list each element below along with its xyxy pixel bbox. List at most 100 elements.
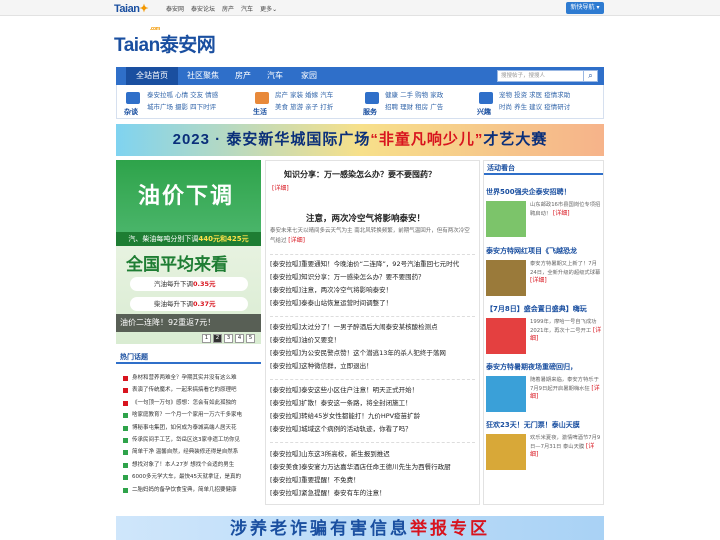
hot-topics-title: 热门话题 [116, 350, 261, 364]
top-nav-item[interactable]: 泰安网 [166, 4, 184, 13]
category-link-row[interactable]: 城市广场 摄影 四下时评 [147, 101, 218, 113]
featured-slide[interactable]: 油价下调 汽、柴油每吨分别下调440元和425元 全国平均来看 汽油每升下调0.… [116, 160, 261, 344]
headline-1-more[interactable]: [详细] [272, 183, 289, 192]
category-link-row[interactable]: 健康 二手 购物 家政 [385, 89, 443, 101]
category-link-row[interactable]: 美食 旅游 亲子 打折 [275, 101, 333, 113]
site-logo[interactable]: Taian泰安网 .com [114, 26, 216, 57]
activity-column: 活动看台 世界500强央企泰安招聘！ 山东邮政16市县国岗位专项招聘启动！ [详… [483, 160, 604, 505]
hot-topic-item[interactable]: 《一句顶一万句》感想：怎会有如此孤独的 [122, 397, 262, 409]
category-links[interactable]: 宠物 投资 求医 疫情求助 时尚 养生 建议 疫情研讨 [499, 89, 570, 113]
news-item[interactable]: [泰安拉呱]重要提醒！不免费！ [270, 474, 475, 487]
search-input[interactable]: 搜搜帖子，搜搜人 [497, 70, 584, 82]
headline-2[interactable]: 注意，两次冷空气将影响泰安！ [306, 212, 425, 224]
hot-topic-item[interactable]: 身材和营养两难全？孕期其实并没有这么难 [122, 372, 262, 384]
hot-topic-item[interactable]: 传承民间手工艺，岱岳区这3家非遗工坊你见 [122, 434, 262, 446]
pager-dot[interactable]: 1 [202, 334, 211, 343]
slide-pager: 1 2 3 4 5 [202, 334, 255, 343]
home-icon [255, 92, 269, 104]
top-nav-more[interactable]: 更多⌄ [260, 4, 277, 13]
news-item[interactable]: [泰安拉呱]转给45岁女性都能打！九价HPV疫苗扩龄 [270, 410, 475, 423]
activity-item-title[interactable]: 【7月8日】盛会置日盛典】嗨玩 [486, 304, 587, 314]
news-group: [泰安拉呱]太过分了！一男子醉酒后大闹泰安某核酸检测点 [泰安拉呱]油价又要变！… [270, 321, 475, 373]
slide-heading-2: 全国平均来看 [126, 255, 228, 274]
activity-thumb[interactable] [486, 434, 526, 470]
hot-topic-item[interactable]: 二胎妈妈的备孕饮食宝典，简单几招要健康 [122, 484, 262, 496]
nav-community[interactable]: 社区聚焦 [178, 67, 228, 85]
top-logo[interactable]: Taian✦ [114, 2, 149, 15]
category-label: 生活 [253, 108, 267, 116]
news-item[interactable]: [泰安拉呱]泰安这些小区住户注意！明天正式开始！ [270, 384, 475, 397]
news-item[interactable]: [泰安拉呱]山东这3所高校，新生报到推迟 [270, 448, 475, 461]
hot-topic-item[interactable]: 表演了传统魔术，一起来搞搞看它的原理吧 [122, 384, 262, 396]
slide-headline: 油价下调 [137, 183, 234, 208]
medical-icon [365, 92, 379, 104]
pager-dot[interactable]: 4 [235, 334, 244, 343]
category-link-row[interactable]: 时尚 养生 建议 疫情研讨 [499, 101, 570, 113]
quick-nav-label: 新快导航 [570, 4, 595, 11]
slide-row-value: 0.37元 [193, 300, 216, 308]
top-bar: Taian✦ 泰安网 泰安论坛 房产 汽车 更多⌄ 新快导航 ▾ [0, 0, 720, 16]
slide-row: 汽油每升下调0.35元 [130, 277, 248, 291]
hot-topic-item[interactable]: 6000多元学大车，最快45天就拿证，是真的 [122, 471, 262, 483]
hot-topic-item[interactable]: 啥家庭教育？一个月一个家用一万六千多家电 [122, 409, 262, 421]
activity-more[interactable]: [详细] [553, 210, 570, 217]
activity-item-title[interactable]: 泰安方特网红项目《飞越恐龙 [486, 246, 577, 256]
slide-caption[interactable]: 油价二连降！92重返7元！ [116, 314, 261, 332]
nav-car[interactable]: 汽车 [260, 67, 290, 85]
news-item[interactable]: [泰安拉呱]紧急提醒！泰安有车的注意！ [270, 487, 475, 500]
headline-2-more[interactable]: [详细] [288, 237, 305, 244]
hot-topic-item[interactable]: 简单干净 温馨自然，经典装修还得是自然系 [122, 446, 262, 458]
nav-home[interactable]: 全站首页 [126, 67, 178, 85]
category-links[interactable]: 房产 家装 婚嫁 汽车 美食 旅游 亲子 打折 [275, 89, 333, 113]
search-button[interactable]: ⌕ [584, 70, 598, 82]
pager-dot-active[interactable]: 2 [213, 334, 222, 343]
news-item[interactable]: [泰安拉呱]泰泰山站恢复运营时间调整了！ [270, 297, 475, 310]
activity-item-title[interactable]: 狂欢23天！无门票！泰山天膜 [486, 420, 580, 430]
report-banner-highlight: 举报专区 [410, 519, 490, 538]
activity-desc: 1999年，摩哈一号自飞成功 2021年，再次十二号开工 [详细] [530, 318, 602, 344]
activity-thumb[interactable] [486, 318, 526, 354]
activity-desc-text: 泰安方特暑期又上新了！7月24日，全新升级的超级式球幕 [530, 261, 601, 276]
activity-more[interactable]: [详细] [530, 277, 547, 284]
news-item[interactable]: [泰安美食]泰安宴力万达嘉华酒店任命王德川先生为西餐行政厨 [270, 461, 475, 474]
divider [270, 316, 475, 317]
top-nav-item[interactable]: 泰安论坛 [191, 4, 215, 13]
quick-nav-button[interactable]: 新快导航 ▾ [566, 2, 604, 14]
nav-house[interactable]: 房产 [228, 67, 258, 85]
news-item[interactable]: [泰安拉呱]油价又要变！ [270, 334, 475, 347]
pager-dot[interactable]: 3 [224, 334, 233, 343]
category-links[interactable]: 泰安拉呱 心情 交友 情感 城市广场 摄影 四下时评 [147, 89, 218, 113]
category-link-row[interactable]: 宠物 投资 求医 疫情求助 [499, 89, 570, 101]
promo-banner[interactable]: 2023 · 泰安新华城国际广场“非童凡响少儿”才艺大赛 [116, 124, 604, 156]
activity-thumb[interactable] [486, 260, 526, 296]
headline-1[interactable]: 知识分享：万一感染怎么办？要不要囤药？ [284, 169, 436, 180]
activity-item-title[interactable]: 泰安方特暑期夜场重磅回归， [486, 362, 577, 372]
nav-home-garden[interactable]: 家园 [294, 67, 324, 85]
activity-desc: 欢乐米夏夜，激情啤酒节7月9日—7月31日 泰山天膜 [详细] [530, 434, 602, 460]
category-links[interactable]: 健康 二手 购物 家政 招聘 理财 租房 广告 [385, 89, 443, 113]
activity-desc: 泰安方特暑期又上新了！7月24日，全新升级的超级式球幕 [详细] [530, 260, 602, 286]
category-link-row[interactable]: 泰安拉呱 心情 交友 情感 [147, 89, 218, 101]
top-nav-item[interactable]: 房产 [222, 4, 234, 13]
news-item[interactable]: [泰安拉呱]城域这个病例的活动轨迹，你看了吗？ [270, 423, 475, 436]
category-link-row[interactable]: 房产 家装 婚嫁 汽车 [275, 89, 333, 101]
activity-item-title[interactable]: 世界500强央企泰安招聘！ [486, 187, 571, 197]
hot-topic-item[interactable]: 想找对象了！本人27岁 想找个合适的男生 [122, 459, 262, 471]
news-item[interactable]: [泰安拉呱]知识分享：万一感染怎么办？要不要囤药？ [270, 271, 475, 284]
news-item[interactable]: [泰安拉呱]注意，两次冷空气将影响泰安！ [270, 284, 475, 297]
category-link-row[interactable]: 招聘 理财 租房 广告 [385, 101, 443, 113]
pager-dot[interactable]: 5 [246, 334, 255, 343]
activity-thumb[interactable] [486, 201, 526, 237]
news-item[interactable]: [泰安拉呱]这种微信群，立即退出！ [270, 360, 475, 373]
news-item[interactable]: [泰安拉呱]重要通知！今晚油价“二连降”，92号汽油重回七元时代 [270, 258, 475, 271]
banner-text-end: 才艺大赛 [483, 131, 548, 148]
news-item[interactable]: [泰安拉呱]为公安民警点赞！这个潜逃13年的杀人犯终于落网 [270, 347, 475, 360]
activity-desc: 山东邮政16市县国岗位专项招聘启动！ [详细] [530, 201, 602, 218]
top-nav-item[interactable]: 汽车 [241, 4, 253, 13]
report-banner[interactable]: 涉养老诈骗有害信息举报专区 [116, 516, 604, 540]
news-item[interactable]: [泰安拉呱]扩散！泰安这一条路，将全封闭施工！ [270, 397, 475, 410]
news-item[interactable]: [泰安拉呱]太过分了！一男子醉酒后大闹泰安某核酸检测点 [270, 321, 475, 334]
hot-topic-item[interactable]: 博秘事屯集团，如何成为泰城高端人居天花 [122, 422, 262, 434]
activity-thumb[interactable] [486, 376, 526, 412]
site-logo-com: .com [150, 26, 160, 32]
